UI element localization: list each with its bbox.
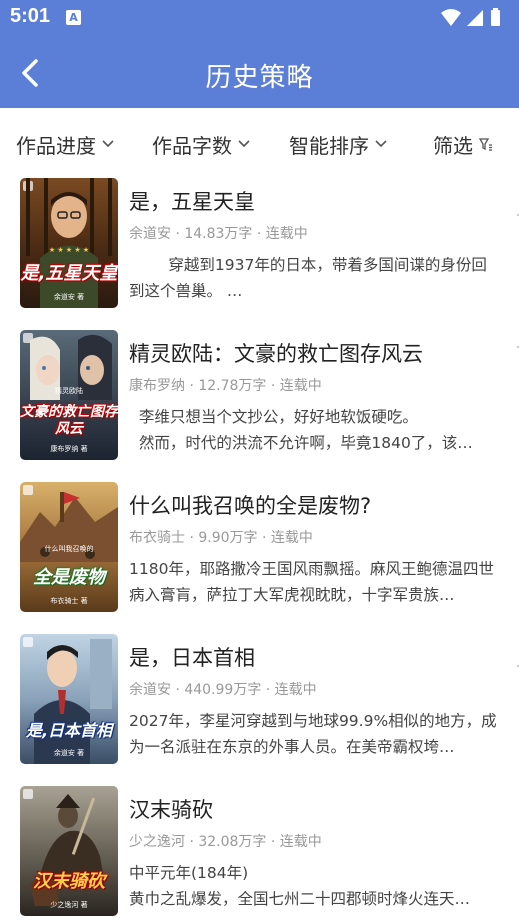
filter-screen[interactable]: 筛选 (433, 130, 493, 158)
cover-art: ★ ★ ★ ★ ★ (26, 178, 112, 308)
cover-subtitle: 什么叫我召唤的 (44, 545, 94, 553)
filter-bar: 作品进度 作品字数 智能排序 筛选 (0, 108, 519, 178)
cover-subtitle: 精灵欧陆 (55, 387, 83, 395)
filter-word-count[interactable]: 作品字数 (152, 130, 250, 158)
book-meta: 余道安 · 440.99万字 · 连载中 (129, 682, 317, 698)
notification-icon: A (66, 10, 81, 25)
book-cover[interactable]: 精灵欧陆 文豪的救亡图存风云 康布罗纳 著 (20, 330, 118, 460)
battery-icon (491, 10, 500, 26)
book-item[interactable]: 是,日本首相 余道安 著 是，日本首相 余道安 · 440.99万字 · 连载中… (0, 634, 519, 786)
filter-sort-label: 智能排序 (289, 133, 369, 158)
status-bar: 5:01 A (0, 0, 519, 37)
cover-art (34, 639, 112, 764)
cover-title: 文豪的救亡图存风云 (20, 404, 118, 437)
signal-icon (467, 10, 483, 26)
title-bar: 历史策略 (0, 37, 519, 108)
book-cover[interactable]: 汉末骑砍 少之逸河 著 (20, 786, 118, 916)
chevron-down-icon (375, 140, 387, 148)
filter-screen-label: 筛选 (433, 133, 473, 158)
cover-art (30, 794, 105, 906)
book-description: 中平元年(184年) 黄巾之乱爆发，全国七州二十四郡顿时烽火连天… (129, 864, 471, 908)
book-item[interactable]: 什么叫我召唤的 全是废物 布衣骑士 著 什么叫我召唤的全是废物? 布衣骑士 · … (0, 482, 519, 634)
chevron-down-icon (102, 140, 114, 148)
book-item[interactable]: 精灵欧陆 文豪的救亡图存风云 康布罗纳 著 精灵欧陆：文豪的救亡图存风云 康布罗… (0, 330, 519, 482)
book-item[interactable]: ★ ★ ★ ★ ★ 是,五星天皇 余道安 著 是，五星天皇 余道安 · 14.8… (0, 178, 519, 330)
book-meta: 余道安 · 14.83万字 · 连载中 (129, 226, 308, 242)
svg-text:★ ★ ★ ★ ★: ★ ★ ★ ★ ★ (49, 246, 89, 254)
book-meta: 少之逸河 · 32.08万字 · 连载中 (129, 834, 322, 850)
filter-icon (479, 138, 492, 151)
cover-author: 布衣骑士 著 (50, 597, 88, 605)
cover-title: 汉末骑砍 (33, 871, 105, 892)
book-description: 1180年，耶路撒冷王国风雨飘摇。麻风王鲍德温四世病入膏肓，萨拉丁大军虎视眈眈，… (129, 560, 494, 604)
book-description: 李维只想当个文抄公，好好地软饭硬吃。 然而，时代的洪流不允许啊，毕竟1840了，… (138, 408, 473, 452)
cover-title: 是,五星天皇 (20, 263, 118, 284)
cover-author: 康布罗纳 著 (50, 445, 88, 453)
cover-author: 余道安 著 (53, 749, 85, 757)
cover-author: 少之逸河 著 (50, 901, 88, 909)
book-cover[interactable]: 什么叫我召唤的 全是废物 布衣骑士 著 (20, 482, 118, 612)
book-cover[interactable]: 是,日本首相 余道安 著 (20, 634, 118, 764)
screen: 5:01 A 历史策略 作品进度 作品字数 智能排序 筛选 ★ ★ ★ ★ ★ … (0, 0, 519, 922)
book-description: 穿越到1937年的日本，带着多国间谍的身份回到这个兽巢。 … (129, 256, 487, 300)
book-meta: 布衣骑士 · 9.90万字 · 连载中 (129, 530, 313, 546)
book-title[interactable]: 什么叫我召唤的全是废物? (129, 490, 371, 520)
page-title: 历史策略 (205, 63, 314, 93)
book-title[interactable]: 汉末骑砍 (129, 794, 213, 824)
book-item[interactable]: 汉末骑砍 少之逸河 著 汉末骑砍 少之逸河 · 32.08万字 · 连载中 中平… (0, 786, 519, 922)
cover-title: 是,日本首相 (25, 721, 113, 740)
filter-sort[interactable]: 智能排序 (289, 130, 387, 158)
book-title[interactable]: 精灵欧陆：文豪的救亡图存风云 (129, 338, 423, 368)
filter-progress[interactable]: 作品进度 (16, 130, 114, 158)
cover-author: 余道安 著 (53, 293, 85, 301)
filter-word-count-label: 作品字数 (152, 133, 232, 158)
book-cover[interactable]: ★ ★ ★ ★ ★ 是,五星天皇 余道安 著 (20, 178, 118, 308)
chevron-down-icon (238, 140, 250, 148)
status-icons (441, 8, 500, 26)
wifi-icon (441, 9, 461, 26)
status-time: 5:01 (10, 5, 51, 27)
book-title[interactable]: 是，五星天皇 (129, 186, 255, 216)
cover-title: 全是废物 (33, 567, 105, 588)
book-description: 2027年，李星河穿越到与地球99.9%相似的地方，成为一名派驻在东京的外事人员… (129, 712, 497, 756)
filter-progress-label: 作品进度 (16, 133, 96, 158)
book-meta: 康布罗纳 · 12.78万字 · 连载中 (129, 378, 322, 394)
book-title[interactable]: 是，日本首相 (129, 642, 255, 672)
